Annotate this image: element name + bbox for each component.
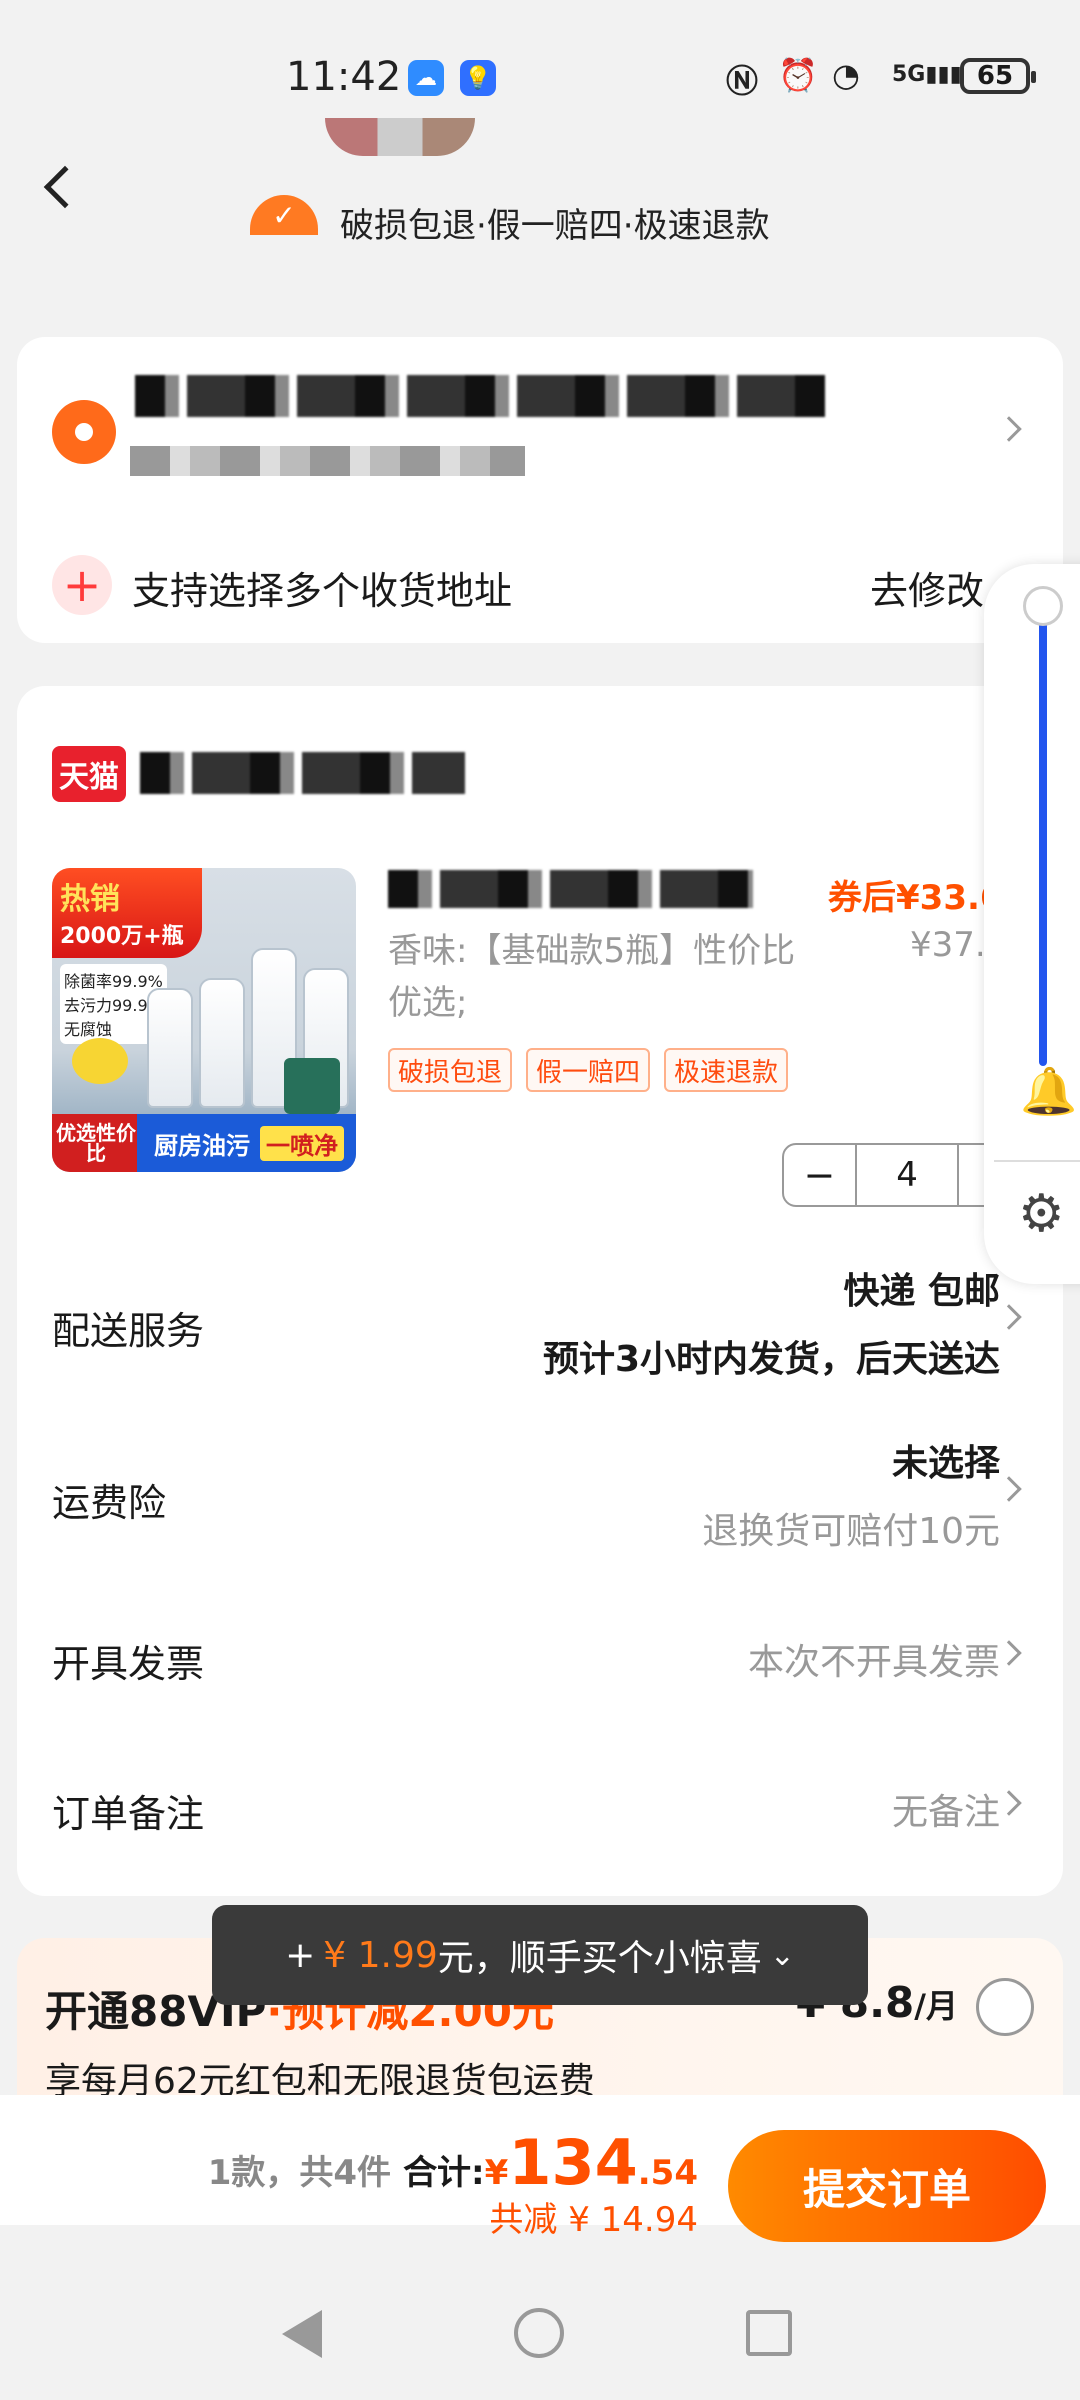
chevron-down-icon: ⌄: [769, 1937, 795, 1973]
system-nav-bar: [0, 2260, 1080, 2400]
toast-amount: ¥ 1.99: [323, 1934, 438, 1976]
image-band-text: 优选性价比: [56, 1121, 136, 1165]
note-value[interactable]: 无备注: [892, 1783, 1000, 1835]
bottle-shape: [199, 978, 245, 1108]
quantity-minus-button[interactable]: −: [784, 1145, 857, 1205]
total-discount: 共减 ¥ 14.94: [489, 2200, 698, 2240]
vip-per-month: /月: [914, 1987, 958, 2025]
status-bar: 11:42 ☁ 💡 Ⓝ ⏰ ◔ 5G▮▮▮ 65: [0, 0, 1080, 150]
insurance-label: 运费险: [52, 1481, 167, 1525]
weather-icon: ☁: [408, 60, 444, 96]
total-label: 合计:: [403, 2153, 485, 2193]
quantity-value[interactable]: 4: [857, 1145, 957, 1205]
service-tags: 破损包退 假一赔四 极速退款: [388, 1048, 789, 1092]
image-band-text: 一喷净: [260, 1125, 344, 1161]
avatar-group: [325, 118, 475, 156]
nfc-icon: Ⓝ: [726, 62, 759, 100]
item-count: 1款，共4件: [207, 2153, 392, 2193]
product-image-hot-badge: 热销 2000万+瓶: [52, 868, 202, 958]
image-hot-text: 热销: [60, 882, 120, 917]
divider: [994, 1160, 1080, 1162]
service-tag: 极速退款: [664, 1048, 789, 1092]
insurance-value-primary[interactable]: 未选择: [892, 1434, 1000, 1486]
lemon-icon: [72, 1038, 128, 1084]
bulb-icon: 💡: [460, 60, 496, 96]
multi-address-label[interactable]: 支持选择多个收货地址: [132, 560, 512, 615]
wifi-icon: ◔: [832, 56, 860, 94]
shield-icon: ✓: [250, 195, 318, 235]
service-tag: 破损包退: [388, 1048, 513, 1092]
battery-icon: 65: [960, 58, 1036, 94]
back-button[interactable]: [43, 165, 87, 209]
status-time: 11:42: [286, 54, 402, 100]
image-band-text: 厨房油污: [154, 1131, 250, 1160]
location-pin-icon: [52, 400, 116, 464]
floating-volume-panel: 🔔 ⚙: [984, 564, 1080, 1284]
add-address-icon[interactable]: +: [52, 555, 112, 615]
address-line-redacted: [135, 375, 825, 417]
delivery-value-secondary[interactable]: 预计3小时内发货，后天送达: [543, 1330, 1000, 1382]
product-title-redacted: [388, 870, 753, 908]
surprise-toast[interactable]: + ¥ 1.99 元，顺手买个小惊喜 ⌄: [212, 1905, 868, 2005]
guarantee-text: 破损包退·假一赔四·极速退款: [340, 206, 770, 246]
volume-track: [1039, 606, 1047, 1066]
submit-order-button[interactable]: 提交订单: [728, 2130, 1046, 2242]
product-image[interactable]: 热销 2000万+瓶 除菌率99.9% 去污力99.9% 无腐蚀 优选性价比 厨房…: [52, 868, 356, 1172]
nav-home-icon[interactable]: [514, 2308, 564, 2358]
alarm-icon: ⏰: [778, 56, 818, 94]
gear-icon[interactable]: ⚙: [1018, 1184, 1065, 1244]
image-sold-text: 2000万+瓶: [60, 924, 184, 949]
sponge-icon: [284, 1058, 340, 1114]
toast-prefix: +: [285, 1934, 316, 1976]
invoice-label: 开具发票: [52, 1642, 205, 1686]
invoice-value[interactable]: 本次不开具发票: [748, 1633, 1000, 1685]
total-integer: 134: [508, 2126, 638, 2199]
signal-icon: 5G▮▮▮: [892, 62, 962, 87]
delivery-label: 配送服务: [52, 1309, 205, 1353]
tmall-badge: 天猫: [52, 746, 126, 802]
bottle-shape: [147, 988, 193, 1108]
service-tag: 假一赔四: [526, 1048, 651, 1092]
nav-recents-icon[interactable]: [746, 2310, 792, 2356]
note-label: 订单备注: [52, 1792, 205, 1836]
vip-radio[interactable]: [976, 1978, 1034, 2036]
total-decimal: .54: [637, 2153, 698, 2193]
delivery-value-primary[interactable]: 快递 包邮: [843, 1262, 1000, 1314]
bell-icon[interactable]: 🔔: [1020, 1064, 1077, 1119]
address-contact-redacted: [130, 446, 525, 476]
total-currency: ¥: [484, 2153, 509, 2193]
volume-slider-handle[interactable]: [1023, 586, 1063, 626]
product-variant[interactable]: 香味:【基础款5瓶】性价比优选;: [388, 925, 828, 1029]
toast-text: 元，顺手买个小惊喜: [437, 1938, 762, 1979]
nav-back-icon[interactable]: [282, 2310, 322, 2358]
summary-line: 1款，共4件 合计: ¥ 134 .54: [208, 2126, 698, 2199]
product-image-band: 优选性价比 厨房油污 一喷净: [52, 1114, 356, 1172]
modify-address-link[interactable]: 去修改: [870, 560, 1000, 615]
shop-name-redacted: [140, 752, 465, 794]
insurance-value-secondary[interactable]: 退换货可赔付10元: [702, 1502, 1000, 1554]
